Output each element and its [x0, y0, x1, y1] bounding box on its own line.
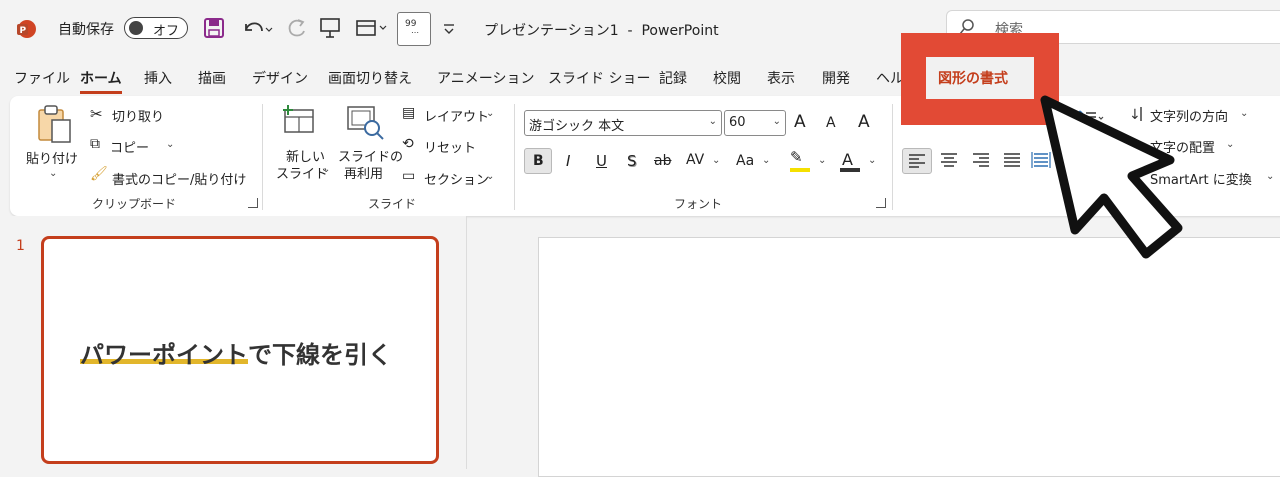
- tab-transitions[interactable]: 画面切り替え: [328, 68, 412, 88]
- smartart-dropdown-icon[interactable]: ⌄: [1266, 171, 1274, 182]
- redo-icon[interactable]: [284, 16, 308, 44]
- chevron-down-icon: ⌄: [708, 116, 717, 127]
- font-name-select[interactable]: 游ゴシック 本文 ⌄: [524, 110, 722, 136]
- tab-developer[interactable]: 開発: [822, 68, 850, 88]
- chevron-down-icon: ⌄: [772, 116, 781, 127]
- paste-button[interactable]: 貼り付け: [26, 148, 78, 167]
- tab-view[interactable]: 表示: [767, 68, 795, 88]
- copy-dropdown-icon[interactable]: ⌄: [166, 139, 174, 150]
- font-color-bar: [840, 168, 860, 172]
- section-icon: ▭: [402, 168, 416, 184]
- bold-button[interactable]: B: [524, 148, 552, 174]
- strikethrough-button[interactable]: ab: [654, 153, 671, 169]
- new-slide-label-2[interactable]: スライド: [276, 163, 328, 182]
- reset-icon: ⟲: [402, 136, 414, 152]
- tab-draw[interactable]: 描画: [198, 68, 226, 88]
- tab-animations[interactable]: アニメーション: [437, 68, 534, 88]
- font-size-value: 60: [729, 115, 746, 130]
- highlighter-icon[interactable]: ✎: [790, 148, 803, 166]
- new-slide-dropdown-icon[interactable]: ⌄: [322, 164, 330, 175]
- divider: [262, 104, 263, 210]
- align-text-dropdown-icon[interactable]: ⌄: [1226, 139, 1234, 150]
- italic-button[interactable]: I: [566, 152, 570, 170]
- font-launcher-icon[interactable]: [876, 198, 886, 208]
- document-title: プレゼンテーション1 - PowerPoint: [484, 23, 719, 39]
- shrink-font-button[interactable]: A: [826, 115, 836, 131]
- autosave-toggle[interactable]: オフ: [124, 17, 188, 39]
- tab-file[interactable]: ファイル: [14, 68, 70, 88]
- align-center-icon[interactable]: [936, 148, 962, 176]
- present-icon[interactable]: [318, 16, 342, 44]
- layout-icon[interactable]: [354, 16, 394, 44]
- highlight-color-bar: [790, 168, 810, 172]
- undo-icon[interactable]: [240, 16, 274, 44]
- underline-button[interactable]: U: [596, 152, 607, 170]
- shadow-button[interactable]: S: [627, 152, 637, 170]
- clipboard-group-label: クリップボード: [92, 197, 177, 211]
- spacing-button[interactable]: AV: [686, 152, 704, 168]
- tab-home[interactable]: ホーム: [80, 68, 122, 94]
- tab-help[interactable]: ヘル: [876, 68, 904, 88]
- font-name-value: 游ゴシック 本文: [529, 119, 625, 134]
- align-left-button[interactable]: [902, 148, 932, 174]
- layout-button[interactable]: レイアウト: [424, 106, 489, 125]
- new-slide-icon[interactable]: [282, 104, 318, 140]
- clear-format-button[interactable]: A: [858, 112, 870, 132]
- copy-icon: ⧉: [90, 136, 100, 152]
- font-group-label: フォント: [674, 197, 723, 211]
- save-icon[interactable]: [204, 18, 224, 42]
- spacing-dropdown-icon[interactable]: ⌄: [712, 155, 720, 166]
- reset-button[interactable]: リセット: [424, 137, 476, 156]
- reuse-slides-icon[interactable]: [346, 104, 386, 144]
- tab-record[interactable]: 記録: [659, 68, 687, 88]
- change-case-button[interactable]: Aa: [736, 153, 754, 169]
- divider: [514, 104, 515, 210]
- tab-insert[interactable]: 挿入: [144, 68, 172, 88]
- cut-button[interactable]: 切り取り: [112, 106, 164, 125]
- customize-icon[interactable]: [442, 22, 456, 41]
- font-color-dropdown-icon[interactable]: ⌄: [868, 155, 876, 166]
- align-right-icon[interactable]: [968, 148, 994, 176]
- copy-button[interactable]: コピー: [110, 137, 149, 156]
- cut-icon: ✂: [90, 105, 103, 123]
- highlighter-dropdown-icon[interactable]: ⌄: [818, 155, 826, 166]
- layout-dropdown-icon[interactable]: ⌄: [486, 108, 494, 119]
- divider: [892, 104, 893, 210]
- tab-design[interactable]: デザイン: [252, 68, 308, 88]
- toggle-knob: [129, 21, 143, 35]
- grow-font-button[interactable]: A: [794, 112, 806, 132]
- svg-text:⋯: ⋯: [411, 28, 419, 37]
- text-direction-dropdown-icon[interactable]: ⌄: [1240, 108, 1248, 119]
- format-painter-icon: 🖌: [90, 166, 108, 182]
- autosave-label: 自動保存: [58, 22, 114, 38]
- section-dropdown-icon[interactable]: ⌄: [486, 171, 494, 182]
- thumbnail-text: パワーポイントで下線を引く: [80, 341, 392, 369]
- bold-label: B: [533, 153, 544, 169]
- slides-group-label: スライド: [368, 197, 417, 211]
- reuse-slides-label-2[interactable]: 再利用: [344, 163, 383, 182]
- layout-icon: ▤: [402, 105, 416, 121]
- slide-number: 1: [16, 238, 25, 254]
- format-painter-button[interactable]: 書式のコピー/貼り付け: [112, 169, 246, 188]
- autosave-state: オフ: [153, 24, 180, 39]
- section-button[interactable]: セクション: [424, 169, 489, 188]
- tab-shape-format-label: 図形の書式: [938, 71, 1008, 87]
- font-color-button[interactable]: A: [842, 150, 853, 169]
- text-icon[interactable]: 99 ⋯: [397, 12, 431, 46]
- tab-slideshow[interactable]: スライド ショー: [548, 68, 650, 88]
- svg-text:P: P: [20, 26, 27, 36]
- paste-icon[interactable]: [36, 104, 74, 148]
- tab-review[interactable]: 校閲: [713, 68, 741, 88]
- cursor-arrow-icon: [1020, 80, 1200, 274]
- case-dropdown-icon[interactable]: ⌄: [762, 155, 770, 166]
- clipboard-launcher-icon[interactable]: [248, 198, 258, 208]
- font-size-select[interactable]: 60 ⌄: [724, 110, 786, 136]
- paste-dropdown-icon[interactable]: ⌄: [49, 168, 57, 179]
- powerpoint-icon[interactable]: P: [16, 19, 36, 39]
- pane-divider[interactable]: [466, 216, 467, 469]
